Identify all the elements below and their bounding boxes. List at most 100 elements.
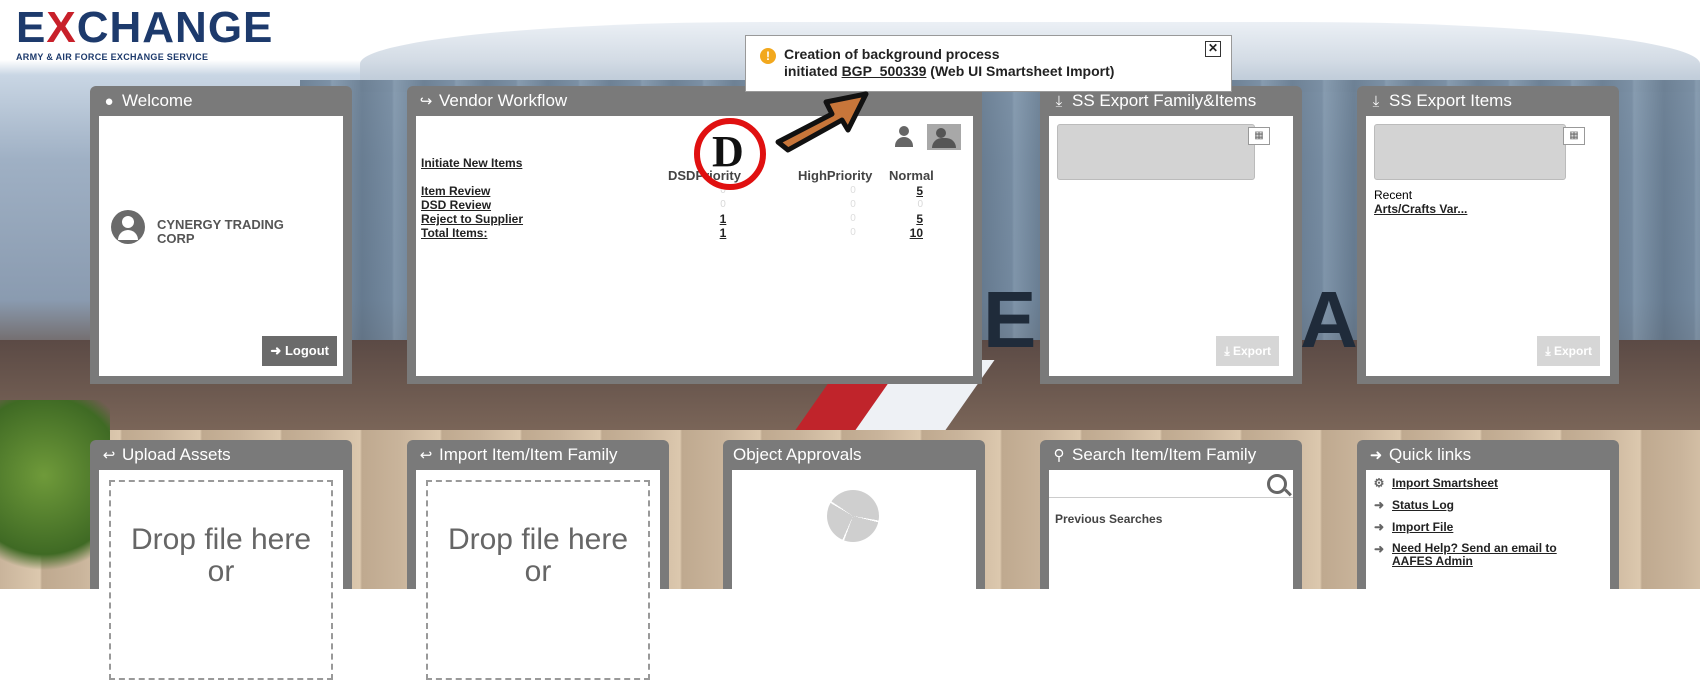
export-label: Export	[1232, 344, 1271, 358]
need-help-link[interactable]: Need Help? Send an email to AAFES Admin	[1392, 542, 1582, 568]
object-approvals-header: Object Approvals	[723, 440, 985, 470]
import-item-panel: ↩ Import Item/Item Family Drop file here …	[407, 440, 669, 680]
quick-link-item[interactable]: ➜ Status Log	[1372, 498, 1454, 512]
notification-line2: initiated BGP_500339 (Web UI Smartsheet …	[784, 63, 1114, 80]
cell-dsd: 0	[720, 199, 726, 210]
logo-wordmark: EXCHANGE	[16, 6, 273, 50]
item-review-link[interactable]: Item Review	[421, 184, 490, 198]
workflow-icon: ↪	[419, 93, 433, 110]
tree-icon[interactable]: ▦	[1248, 127, 1270, 145]
annotation-arrow-shape	[775, 91, 869, 153]
previous-searches-label: Previous Searches	[1055, 512, 1163, 526]
import-item-title: Import Item/Item Family	[439, 445, 618, 464]
welcome-body: CYNERGY TRADING CORP ➜ Logout	[99, 116, 343, 376]
search-icon[interactable]	[1267, 474, 1287, 494]
search-input[interactable]	[1049, 470, 1293, 498]
ss-export-items-body: ▦ Recent Arts/Crafts Var... ⤓ Export	[1366, 116, 1610, 376]
drop-text: Drop file here	[130, 523, 312, 556]
object-approvals-title: Object Approvals	[733, 445, 862, 464]
workflow-view-toggle	[885, 124, 961, 153]
cell-dsd[interactable]: 1	[711, 212, 735, 226]
tree-icon[interactable]: ▦	[1563, 127, 1585, 145]
ss-export-items-header: ⤓ SS Export Items	[1357, 86, 1619, 116]
upload-dropzone[interactable]: Drop file here or	[109, 480, 333, 680]
import-smartsheet-link[interactable]: Import Smartsheet	[1392, 476, 1498, 490]
quick-link-item[interactable]: ➜ Need Help? Send an email to AAFES Admin	[1372, 542, 1582, 568]
status-log-link[interactable]: Status Log	[1392, 498, 1454, 512]
company-name: CYNERGY TRADING CORP	[157, 217, 284, 246]
single-user-icon[interactable]	[893, 124, 915, 148]
process-id-link[interactable]: BGP_500339	[842, 63, 927, 79]
import-icon: ↩	[419, 447, 433, 464]
object-approvals-panel: Object Approvals	[723, 440, 985, 589]
cell-normal[interactable]: 10	[901, 226, 923, 240]
ss-export-family-title: SS Export Family&Items	[1072, 91, 1257, 110]
vendor-workflow-title: Vendor Workflow	[439, 91, 568, 110]
col-high-priority: HighPriority	[798, 168, 873, 183]
export-selection-box[interactable]: ▦	[1374, 124, 1585, 180]
export-button[interactable]: ⤓ Export	[1537, 336, 1600, 366]
workflow-table: Item Review 0 0 5 DSD Review 0 0 0 Rejec…	[421, 184, 929, 240]
cell-high: 0	[850, 227, 856, 238]
cell-normal[interactable]: 5	[901, 212, 923, 226]
annotation-arrow	[775, 91, 869, 153]
arrow-right-icon: ➜	[1369, 447, 1383, 464]
welcome-title: Welcome	[122, 91, 193, 110]
notification-suffix: (Web UI Smartsheet Import)	[926, 63, 1115, 79]
upload-assets-panel: ↩ Upload Assets Drop file here or	[90, 440, 352, 680]
pie-chart-icon	[827, 490, 879, 542]
arrow-right-icon: ➜	[1373, 520, 1385, 534]
quick-link-item[interactable]: ➜ Import File	[1372, 520, 1453, 534]
ss-export-family-panel: ⤓ SS Export Family&Items ▦ ⤓ Export	[1040, 86, 1302, 384]
import-dropzone[interactable]: Drop file here or	[426, 480, 650, 680]
drop-text: Drop file here	[447, 523, 629, 556]
quick-links-title: Quick links	[1389, 445, 1472, 464]
upload-assets-title: Upload Assets	[122, 445, 231, 464]
notification-prefix: initiated	[784, 63, 842, 79]
drop-or-text: or	[207, 555, 235, 588]
close-icon[interactable]: ✕	[1205, 41, 1221, 57]
cell-high: 0	[850, 199, 856, 210]
search-body: Previous Searches	[1049, 470, 1293, 589]
export-label: Export	[1553, 344, 1592, 358]
reject-to-supplier-link[interactable]: Reject to Supplier	[421, 212, 523, 226]
recent-label: Recent	[1374, 188, 1413, 202]
welcome-header: ● Welcome	[90, 86, 352, 116]
quick-link-item[interactable]: ⚙ Import Smartsheet	[1372, 476, 1498, 490]
ss-export-items-title: SS Export Items	[1389, 91, 1512, 110]
upload-icon: ↩	[102, 447, 116, 464]
gear-icon: ⚙	[1373, 476, 1385, 490]
recent-section: Recent Arts/Crafts Var...	[1374, 188, 1467, 216]
import-item-header: ↩ Import Item/Item Family	[407, 440, 669, 470]
cell-normal[interactable]: 5	[901, 184, 923, 198]
total-items-link[interactable]: Total Items:	[421, 226, 487, 240]
welcome-panel: ● Welcome CYNERGY TRADING CORP ➜ Logout	[90, 86, 352, 384]
group-users-icon[interactable]	[927, 124, 961, 150]
background-sign-letter: E	[983, 275, 1037, 364]
initiate-new-items-link[interactable]: Initiate New Items	[421, 156, 522, 170]
recent-item-link[interactable]: Arts/Crafts Var...	[1374, 202, 1467, 216]
notification-line1: Creation of background process	[784, 46, 1000, 62]
download-icon: ⤓	[1372, 93, 1380, 110]
import-file-link[interactable]: Import File	[1392, 520, 1453, 534]
logout-button[interactable]: ➜ Logout	[262, 336, 337, 366]
table-row: Reject to Supplier 1 0 5	[421, 212, 929, 226]
annotation-letter: D	[712, 127, 744, 176]
export-selection-box[interactable]: ▦	[1057, 124, 1270, 180]
export-button[interactable]: ⤓ Export	[1216, 336, 1279, 366]
table-row: DSD Review 0 0 0	[421, 198, 929, 212]
cell-high: 0	[850, 185, 856, 196]
cell-dsd[interactable]: 1	[711, 226, 735, 240]
info-icon: !	[760, 48, 776, 64]
arrow-right-icon: ➜	[1373, 542, 1385, 556]
ss-export-items-panel: ⤓ SS Export Items ▦ Recent Arts/Crafts Va…	[1357, 86, 1619, 384]
logo-subtitle: ARMY & AIR FORCE EXCHANGE SERVICE	[16, 52, 209, 62]
background-sign-letter: A	[1300, 275, 1358, 364]
vendor-workflow-panel: ↪ Vendor Workflow Initiate New Items DSDP…	[407, 86, 982, 384]
avatar	[111, 210, 145, 244]
logout-icon: ➜	[270, 343, 282, 358]
exchange-logo[interactable]: EXCHANGE ARMY & AIR FORCE EXCHANGE SERVI…	[16, 6, 273, 63]
dsd-review-link[interactable]: DSD Review	[421, 198, 491, 212]
search-header: ⚲ Search Item/Item Family	[1040, 440, 1302, 470]
logo-letter-e: E	[16, 3, 47, 52]
